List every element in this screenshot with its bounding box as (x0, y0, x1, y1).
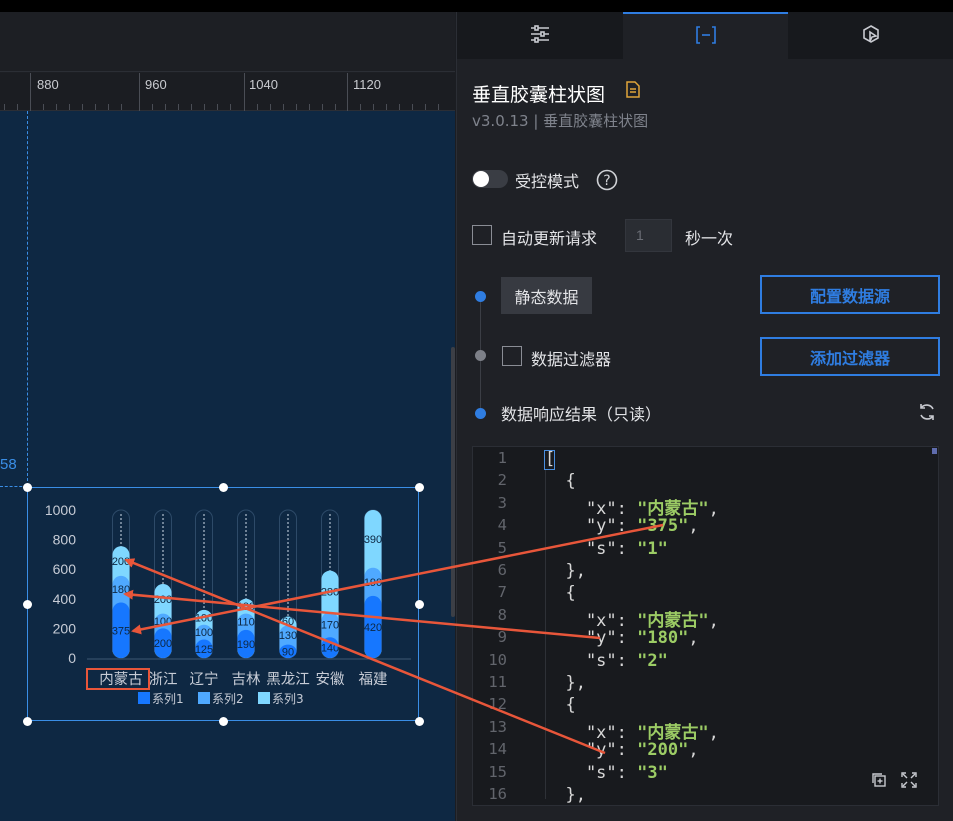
ruler-label: 1120 (353, 77, 381, 92)
code-line: "s": "2" (545, 650, 668, 671)
line-number: 5 (497, 538, 507, 557)
copy-icon[interactable] (871, 772, 887, 792)
code-line: "x": "内蒙古", (545, 498, 719, 519)
code-line: { (545, 695, 576, 716)
code-line: "s": "3" (545, 762, 668, 783)
line-number: 12 (488, 695, 507, 714)
horizontal-ruler: 880 960 1040 1120 (0, 73, 455, 111)
code-line: { (545, 583, 576, 604)
code-line: "y": "200", (545, 740, 699, 761)
controlled-mode-label: 受控模式 (515, 172, 580, 191)
component-version: v3.0.13 | 垂直胶囊柱状图 (472, 112, 649, 130)
step-dot (475, 408, 486, 419)
resize-handle-sw[interactable] (23, 717, 32, 726)
tab-interaction[interactable] (788, 12, 953, 59)
code-line: { (545, 471, 576, 492)
step-dot (475, 291, 486, 302)
code-line: "y": "375", (545, 516, 699, 537)
selection-box[interactable] (27, 487, 419, 721)
code-line: }, (545, 785, 586, 805)
refresh-icon[interactable] (917, 402, 937, 426)
line-number: 14 (488, 740, 507, 759)
line-number: 7 (497, 583, 507, 602)
data-filter-label: 数据过滤器 (531, 350, 612, 369)
response-code-viewer[interactable]: 1 2 3 4 5 6 7 8 9 10 11 12 13 14 15 16 [ { "x": "内蒙古", … (472, 446, 939, 806)
configure-source-button[interactable]: 配置数据源 (760, 275, 940, 314)
cursor-icon (861, 24, 881, 48)
static-data-button[interactable]: 静态数据 (501, 277, 592, 314)
response-result-label: 数据响应结果（只读） (501, 405, 662, 424)
resize-handle-e[interactable] (415, 600, 424, 609)
resize-handle-s[interactable] (219, 717, 228, 726)
ruler-label: 960 (145, 77, 167, 92)
code-line: }, (545, 673, 586, 693)
component-title: 垂直胶囊柱状图 (472, 84, 606, 106)
data-filter-checkbox[interactable] (502, 346, 522, 366)
code-line: "y": "180", (545, 628, 699, 649)
canvas-toolbar (0, 12, 455, 72)
vertical-guide-line (27, 111, 28, 486)
config-panel: 垂直胶囊柱状图 v3.0.13 | 垂直胶囊柱状图 受控模式 ? 自动更新请求 … (456, 12, 953, 821)
fullscreen-icon[interactable] (901, 772, 917, 792)
add-filter-button[interactable]: 添加过滤器 (760, 337, 940, 376)
interval-unit: 秒一次 (685, 229, 734, 248)
ruler-label: 1040 (249, 77, 278, 92)
resize-handle-nw[interactable] (23, 483, 32, 492)
auto-update-checkbox[interactable] (472, 225, 492, 245)
line-number: 6 (497, 561, 507, 579)
code-line: "x": "内蒙古", (545, 610, 719, 631)
line-number: 3 (497, 493, 507, 512)
sliders-icon (530, 24, 550, 47)
line-number: 16 (488, 785, 507, 803)
resize-handle-w[interactable] (23, 600, 32, 609)
app-root: 880 960 1040 1120 58 0 200 400 600 800 1000 37… (0, 0, 953, 821)
line-number: 15 (488, 762, 507, 781)
code-line: "x": "内蒙古", (545, 722, 719, 743)
line-number: 13 (488, 717, 507, 736)
line-number: 10 (488, 650, 507, 669)
code-scroll-marker (932, 448, 937, 454)
bracket-icon (695, 25, 717, 48)
text-cursor (544, 450, 555, 470)
line-number: 1 (497, 449, 507, 467)
resize-handle-se[interactable] (415, 717, 424, 726)
ruler-label: 880 (37, 77, 59, 92)
resize-handle-n[interactable] (219, 483, 228, 492)
document-icon[interactable] (626, 81, 640, 102)
line-number-gutter: 1 2 3 4 5 6 7 8 9 10 11 12 13 14 15 16 (473, 447, 543, 805)
tab-style[interactable] (457, 12, 623, 59)
step-dot (475, 350, 486, 361)
line-number: 4 (497, 516, 507, 535)
code-line: }, (545, 561, 586, 581)
resize-handle-ne[interactable] (415, 483, 424, 492)
code-line: "s": "1" (545, 538, 668, 559)
line-number: 8 (497, 605, 507, 624)
guide-position-label: 58 (0, 456, 17, 473)
line-number: 11 (488, 673, 507, 691)
panel-tabs (457, 12, 953, 59)
auto-update-label: 自动更新请求 (501, 229, 598, 248)
tab-data[interactable] (622, 12, 789, 59)
controlled-mode-toggle[interactable] (472, 170, 508, 188)
line-number: 2 (497, 471, 507, 490)
line-number: 9 (497, 628, 507, 647)
top-strip (0, 0, 953, 12)
canvas-scrollbar[interactable] (451, 347, 455, 617)
help-icon[interactable]: ? (596, 169, 618, 195)
interval-input[interactable]: 1 (625, 219, 672, 252)
svg-text:?: ? (603, 173, 610, 189)
